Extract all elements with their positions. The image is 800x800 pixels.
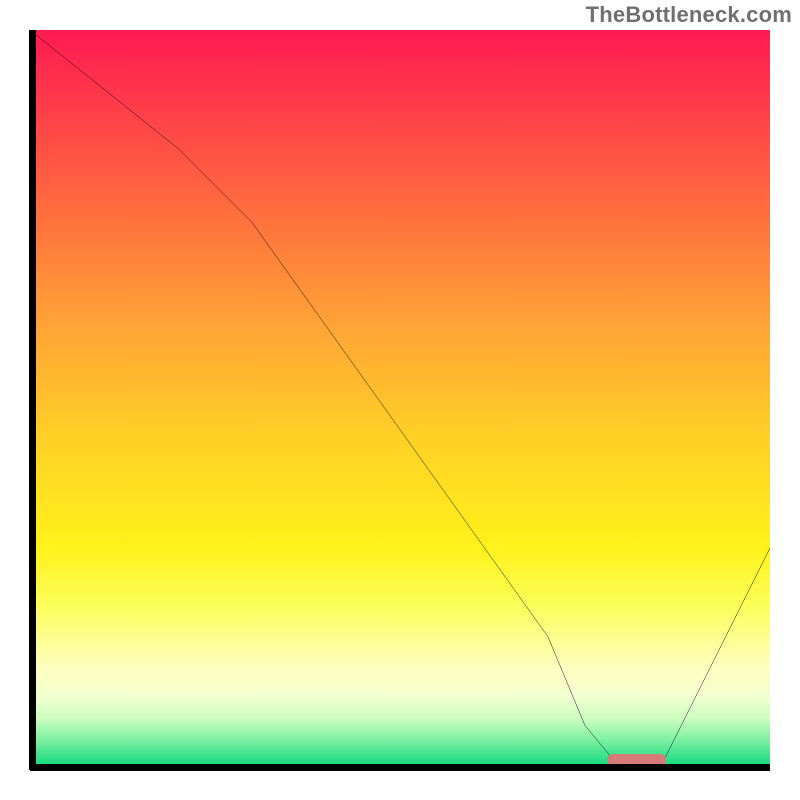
x-axis — [30, 764, 770, 771]
y-axis — [29, 30, 36, 770]
bottleneck-curve — [30, 30, 770, 770]
plot-area — [30, 30, 770, 770]
watermark-text: TheBottleneck.com — [586, 2, 792, 28]
chart-stage: TheBottleneck.com — [0, 0, 800, 800]
curve-path — [30, 30, 770, 770]
